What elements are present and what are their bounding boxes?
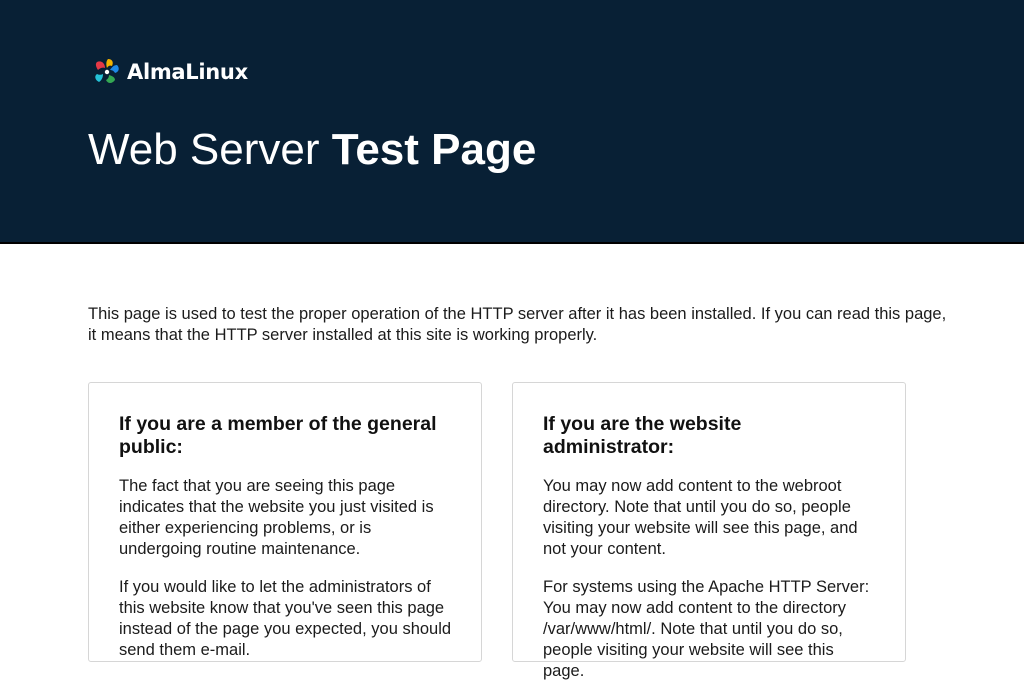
almalinux-logo-icon bbox=[95, 59, 119, 83]
card-heading: If you are the website administrator: bbox=[543, 413, 742, 458]
card-paragraph: For systems using the Apache HTTP Server… bbox=[543, 578, 870, 680]
title-bold: Test Page bbox=[331, 125, 537, 174]
card-heading: If you are a member of the general publi… bbox=[119, 413, 437, 458]
logo-text: AlmaLinux bbox=[127, 60, 248, 84]
public-info-card: If you are a member of the general publi… bbox=[88, 382, 482, 662]
page-title: Web Server Test Page bbox=[88, 124, 536, 176]
card-paragraph: You may now add content to the webroot d… bbox=[543, 477, 858, 558]
page-header: AlmaLinux Web Server Test Page bbox=[0, 0, 1024, 244]
logo: AlmaLinux bbox=[91, 56, 248, 88]
intro-text: This page is used to test the proper ope… bbox=[88, 305, 947, 344]
admin-info-card: If you are the website administrator: Yo… bbox=[512, 382, 906, 680]
card-paragraph: If you would like to let the administrat… bbox=[119, 578, 452, 659]
card-paragraph: The fact that you are seeing this page i… bbox=[119, 477, 434, 558]
title-light: Web Server bbox=[88, 125, 332, 174]
